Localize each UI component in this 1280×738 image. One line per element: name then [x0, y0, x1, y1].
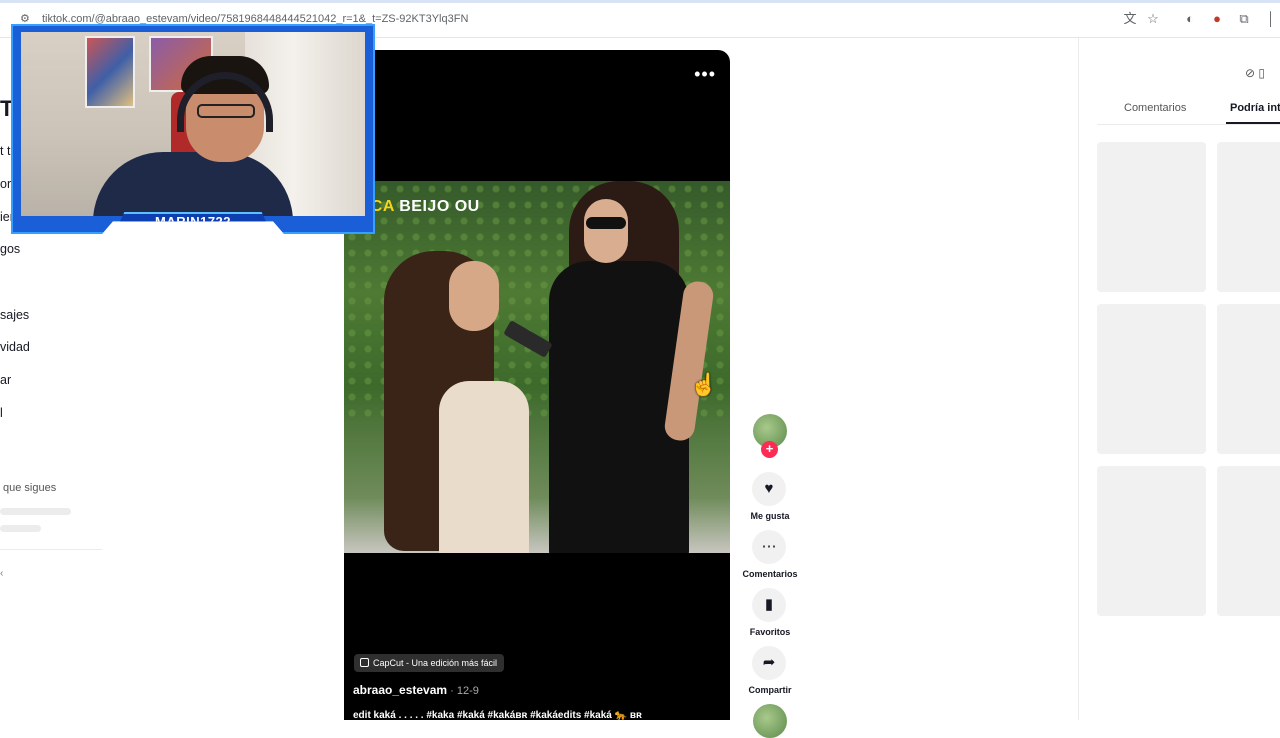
person-left — [439, 381, 529, 553]
share-icon[interactable]: ➦ — [752, 646, 786, 680]
caption-rest: BEIJO OU — [394, 198, 480, 215]
favorites-label: Favoritos — [749, 627, 791, 637]
capcut-badge[interactable]: CapCut - Una edición más fácil — [354, 654, 505, 672]
tab-strip-edge — [0, 0, 1280, 3]
sidebar-item-activity[interactable]: vidad — [0, 340, 30, 354]
post-date: · 12-9 — [447, 685, 479, 697]
capcut-label: CapCut - Una edición más fácil — [373, 658, 498, 668]
puzzle-icon[interactable]: ⧉ — [1235, 10, 1253, 28]
music-disc-avatar[interactable] — [753, 704, 787, 738]
tab-comments[interactable]: Comentarios — [1124, 102, 1186, 114]
url-text[interactable]: tiktok.com/@abraao_estevam/video/7581968… — [42, 13, 468, 25]
compass-icon[interactable]: ⊘ ▯ — [1245, 66, 1265, 80]
suggested-video-placeholder[interactable] — [1217, 466, 1280, 616]
follow-plus-icon[interactable]: + — [761, 441, 778, 458]
hand-cursor-icon: ☝ — [690, 372, 718, 397]
sidebar-item-profile[interactable]: l — [0, 406, 3, 420]
video-frame[interactable]: MOCA BEIJO OU — [344, 181, 730, 553]
sidebar-divider — [0, 549, 102, 550]
video-player[interactable]: ◎ ••• MOCA BEIJO OU CapCut - Una edición… — [344, 50, 730, 720]
skeleton-line — [0, 525, 41, 532]
capcut-icon — [360, 658, 369, 667]
glasses — [197, 104, 255, 118]
like-icon[interactable]: ♥ — [752, 472, 786, 506]
comments-label: Comentarios — [742, 569, 798, 579]
streamer-webcam-overlay: MARIN1722 — [11, 24, 375, 234]
tab-divider — [1097, 124, 1280, 125]
sidebar-item-friends[interactable]: gos — [0, 242, 20, 256]
sidebar-more[interactable]: ‹ — [0, 568, 3, 579]
following-accounts-heading: que sigues — [3, 482, 57, 494]
person-left-face — [449, 261, 499, 331]
video-author[interactable]: abraao_estevam · 12-9 — [353, 683, 479, 697]
site-info-icon[interactable]: ⚙ — [20, 12, 30, 25]
comment-icon[interactable]: ⋯ — [752, 530, 786, 564]
star-icon[interactable]: ☆ — [1144, 10, 1162, 28]
skeleton-line — [0, 508, 71, 515]
translate-icon[interactable]: 文 — [1121, 10, 1139, 28]
tab-suggestions[interactable]: Podría int — [1230, 102, 1280, 114]
right-panel: ⊘ ▯ Comentarios Podría int — [1078, 38, 1280, 720]
webcam-feed — [21, 32, 365, 216]
wall-poster — [85, 36, 135, 108]
divider-icon: │ — [1266, 11, 1276, 26]
sunglasses — [586, 217, 626, 229]
like-label: Me gusta — [750, 511, 790, 521]
suggested-video-placeholder[interactable] — [1097, 466, 1206, 616]
share-label: Compartir — [748, 685, 792, 695]
suggested-video-placeholder[interactable] — [1217, 304, 1280, 454]
streamer-name-plate: MARIN1722 — [115, 212, 271, 232]
author-name[interactable]: abraao_estevam — [353, 683, 447, 697]
suggested-video-placeholder[interactable] — [1217, 142, 1280, 292]
sidebar-item-messages[interactable]: sajes — [0, 308, 29, 322]
video-description: edit kaká . . . . . #kaka #kaká #kakáʙʀ … — [353, 710, 642, 720]
sidebar-item-upload[interactable]: ar — [0, 373, 11, 387]
suggested-video-placeholder[interactable] — [1097, 142, 1206, 292]
person-right-face — [584, 199, 628, 263]
more-options-icon[interactable]: ••• — [694, 64, 716, 85]
suggested-video-placeholder[interactable] — [1097, 304, 1206, 454]
bookmark-icon[interactable]: ▮ — [752, 588, 786, 622]
extension-icon[interactable]: ◐ — [1181, 10, 1199, 28]
record-icon[interactable]: ● — [1208, 10, 1226, 28]
